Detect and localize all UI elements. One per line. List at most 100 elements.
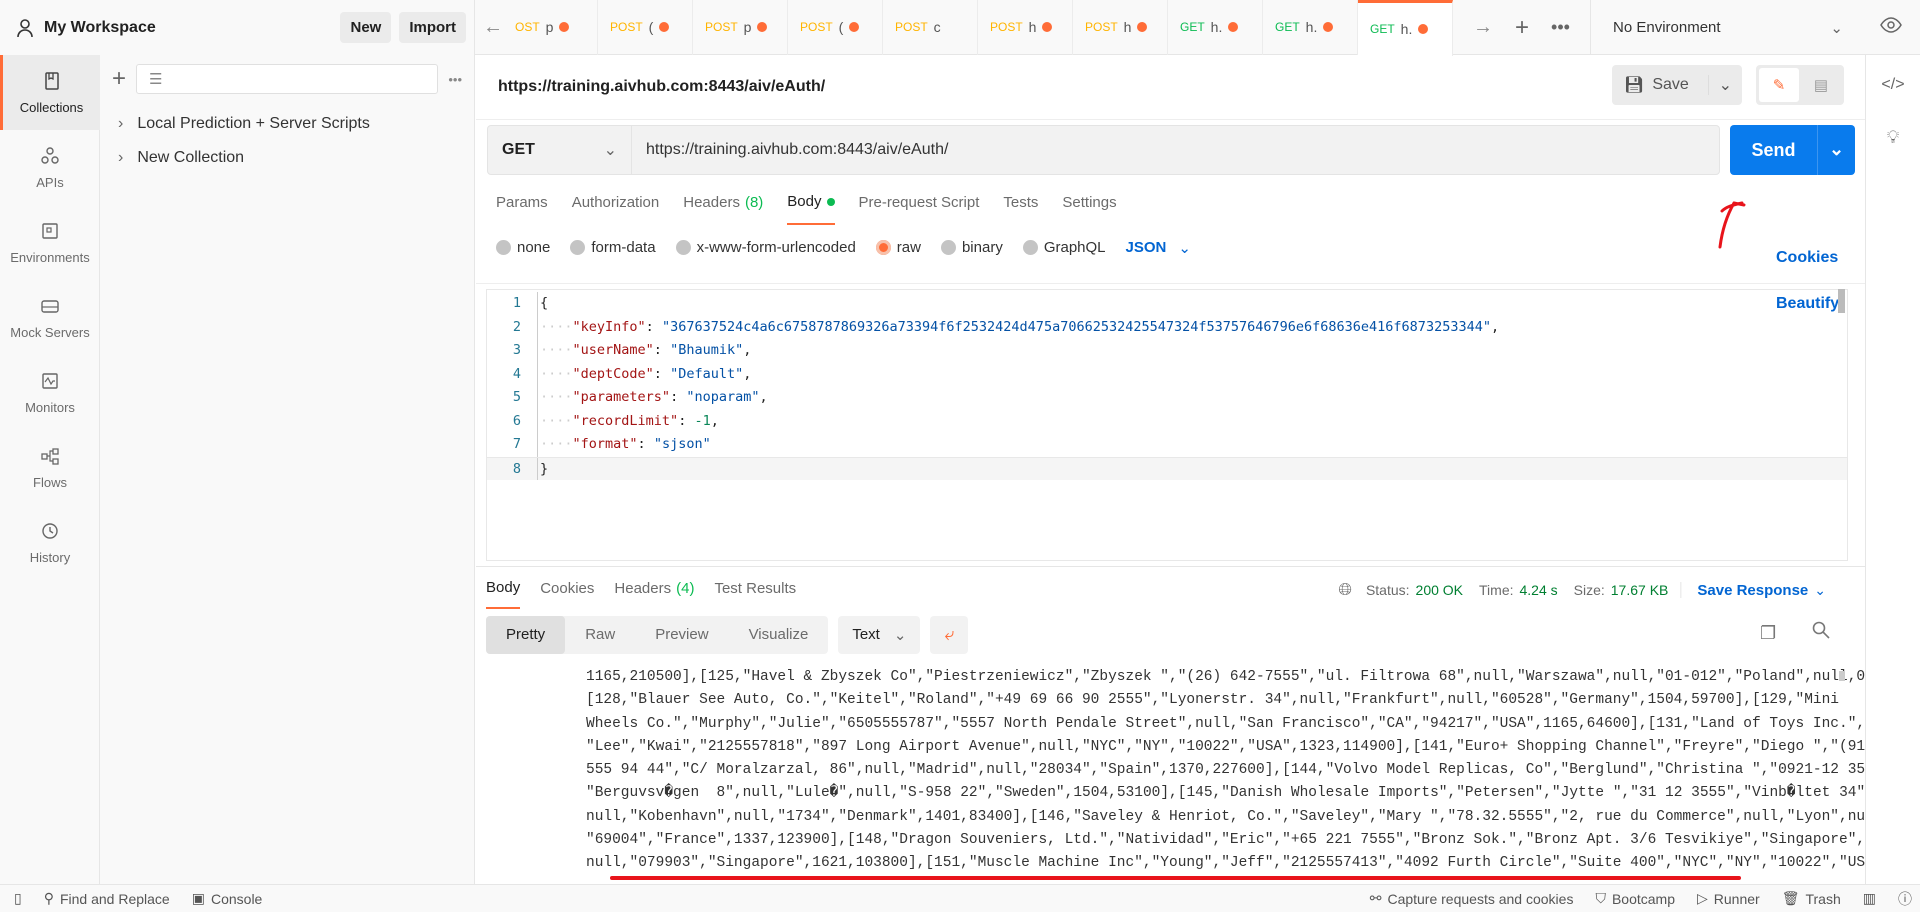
radio-x-www-form-urlencoded[interactable]: x-www-form-urlencoded <box>675 239 856 256</box>
tab-headers[interactable]: Headers (8) <box>683 180 763 225</box>
environment-selector[interactable]: No Environment ⌄ <box>1590 0 1865 55</box>
response-tab-body[interactable]: Body <box>486 567 521 609</box>
method-select[interactable]: GET ⌄ <box>488 126 632 174</box>
send-button[interactable]: Send ⌄ <box>1730 125 1855 175</box>
response-scrollbar[interactable] <box>1839 671 1845 681</box>
toggle-sidebar-icon[interactable]: ▯ <box>14 890 22 907</box>
sidebar-item-collections[interactable]: Collections <box>0 55 100 130</box>
response-tab-cookies[interactable]: Cookies <box>540 567 594 609</box>
time-value[interactable]: 4.24 s <box>1520 582 1558 598</box>
sidebar-item-mock-servers[interactable]: Mock Servers <box>0 280 100 355</box>
response-body[interactable]: 1165,210500],[125,"Havel & Zbyszek Co","… <box>476 666 1865 884</box>
radio-binary[interactable]: binary <box>940 239 1003 256</box>
request-tab[interactable]: GET h. <box>1358 0 1453 56</box>
view-visualize[interactable]: Visualize <box>729 616 829 654</box>
sidebar-item-flows[interactable]: Flows <box>0 430 100 505</box>
edit-icon[interactable]: ✎ <box>1759 68 1799 102</box>
request-tab[interactable]: OST p <box>503 0 598 55</box>
lightbulb-icon[interactable]: 💡︎ <box>1866 117 1920 157</box>
save-response-button[interactable]: Save Response <box>1697 582 1808 599</box>
code-line: 5 ····"parameters": "noparam", <box>487 386 1847 410</box>
request-tab[interactable]: POST ( <box>788 0 883 55</box>
chevron-down-icon[interactable]: ⌄ <box>1707 75 1742 95</box>
request-tab[interactable]: POST p <box>693 0 788 55</box>
editor-scrollbar[interactable] <box>1838 289 1845 313</box>
tab-authorization[interactable]: Authorization <box>572 180 660 225</box>
chevron-right-icon[interactable]: › <box>118 149 123 167</box>
new-tab-icon[interactable]: + <box>1515 14 1529 42</box>
runner-button[interactable]: ▷ Runner <box>1697 890 1760 907</box>
chevron-down-icon[interactable]: ⌄ <box>1814 582 1826 599</box>
chevron-down-icon[interactable]: ⌄ <box>1817 125 1855 175</box>
json-key: "keyInfo" <box>572 318 646 335</box>
capture-button[interactable]: ⚯ Capture requests and cookies <box>1370 890 1574 907</box>
size-value[interactable]: 17.67 KB <box>1611 582 1682 598</box>
view-pretty[interactable]: Pretty <box>486 615 566 654</box>
request-tab[interactable]: POST ( <box>598 0 693 55</box>
tab-params[interactable]: Params <box>496 180 548 225</box>
new-button[interactable]: New <box>340 12 392 43</box>
collections-icon <box>42 71 62 94</box>
console-button[interactable]: ▣ Console <box>192 890 263 907</box>
url-input[interactable]: https://training.aivhub.com:8443/aiv/eAu… <box>632 141 948 159</box>
radio-none[interactable]: none <box>496 239 550 256</box>
collection-item[interactable]: › Local Prediction + Server Scripts <box>100 107 474 141</box>
view-raw[interactable]: Raw <box>565 616 635 654</box>
arrow-right-icon[interactable]: → <box>1473 16 1493 39</box>
chevron-right-icon[interactable]: › <box>118 115 123 133</box>
tab-pre-request-script[interactable]: Pre-request Script <box>859 180 980 225</box>
search-icon[interactable] <box>1812 621 1830 643</box>
eye-icon[interactable] <box>1880 14 1902 40</box>
request-tab[interactable]: POST h <box>978 0 1073 55</box>
unsaved-dot-icon <box>849 22 860 32</box>
colon: : <box>678 412 695 429</box>
json-value: "Default" <box>670 365 744 382</box>
sidebar-item-monitors[interactable]: Monitors <box>0 355 100 430</box>
radio-raw[interactable]: raw <box>875 239 921 256</box>
request-tab[interactable]: POST h <box>1073 0 1168 55</box>
request-tab[interactable]: GET h. <box>1263 0 1358 55</box>
response-tab-test-results[interactable]: Test Results <box>714 567 796 609</box>
tab-method: POST <box>895 20 928 34</box>
more-icon[interactable]: ••• <box>448 72 462 87</box>
add-collection-icon[interactable]: + <box>112 65 126 93</box>
sidebar-item-environments[interactable]: Environments <box>0 205 100 280</box>
more-icon[interactable]: ••• <box>1551 17 1570 38</box>
filter-input[interactable]: ☰ <box>136 64 439 94</box>
request-title[interactable]: https://training.aivhub.com:8443/aiv/eAu… <box>498 78 825 96</box>
tab-method: GET <box>1370 22 1395 36</box>
request-tab[interactable]: POST c <box>883 0 978 55</box>
save-button[interactable]: 💾︎ Save ⌄ <box>1612 65 1742 105</box>
trash-button[interactable]: 🗑︎ Trash <box>1782 890 1841 907</box>
format-select[interactable]: JSON ⌄ <box>1126 239 1191 257</box>
request-tab[interactable]: GET h. <box>1168 0 1263 55</box>
wrap-lines-button[interactable]: ⤶ <box>930 615 969 654</box>
layout-icon[interactable]: ▥ <box>1863 890 1876 907</box>
sidebar-item-history[interactable]: History <box>0 505 100 580</box>
radio-graphql[interactable]: GraphQL <box>1022 239 1106 256</box>
copy-icon[interactable]: ❐ <box>1760 623 1776 644</box>
status-value[interactable]: 200 OK <box>1416 582 1463 598</box>
radio-form-data[interactable]: form-data <box>570 239 656 256</box>
collection-item[interactable]: › New Collection <box>100 141 474 175</box>
help-icon[interactable]: ⓘ <box>1898 889 1912 909</box>
code-icon[interactable]: </> <box>1866 65 1920 105</box>
comment-icon[interactable]: ▤ <box>1801 68 1841 102</box>
tab-body[interactable]: Body <box>787 180 835 225</box>
cookies-link[interactable]: Cookies <box>1776 249 1838 267</box>
text-type-select[interactable]: Text ⌄ <box>838 615 921 654</box>
body-editor[interactable]: 1{2 ····"keyInfo": "367637524c4a6c6758787… <box>486 289 1848 561</box>
response-tab-headers[interactable]: Headers (4) <box>614 567 694 609</box>
arrow-left-icon[interactable]: ← <box>483 16 503 39</box>
sidebar-item-apis[interactable]: APIs <box>0 130 100 205</box>
bootcamp-button[interactable]: ⛉ Bootcamp <box>1595 890 1675 907</box>
find-replace-button[interactable]: ⚲ Find and Replace <box>44 890 170 907</box>
tab-settings[interactable]: Settings <box>1062 180 1116 225</box>
import-button[interactable]: Import <box>399 12 466 43</box>
tab-tests[interactable]: Tests <box>1003 180 1038 225</box>
chevron-down-icon: ⌄ <box>1830 19 1843 37</box>
view-preview[interactable]: Preview <box>635 616 728 654</box>
workspace-title[interactable]: My Workspace <box>44 19 340 37</box>
response-line: "69004","France",1337,123900],[148,"Drag… <box>586 832 1865 849</box>
globe-lock-icon[interactable]: 🌐︎ <box>1338 580 1352 600</box>
